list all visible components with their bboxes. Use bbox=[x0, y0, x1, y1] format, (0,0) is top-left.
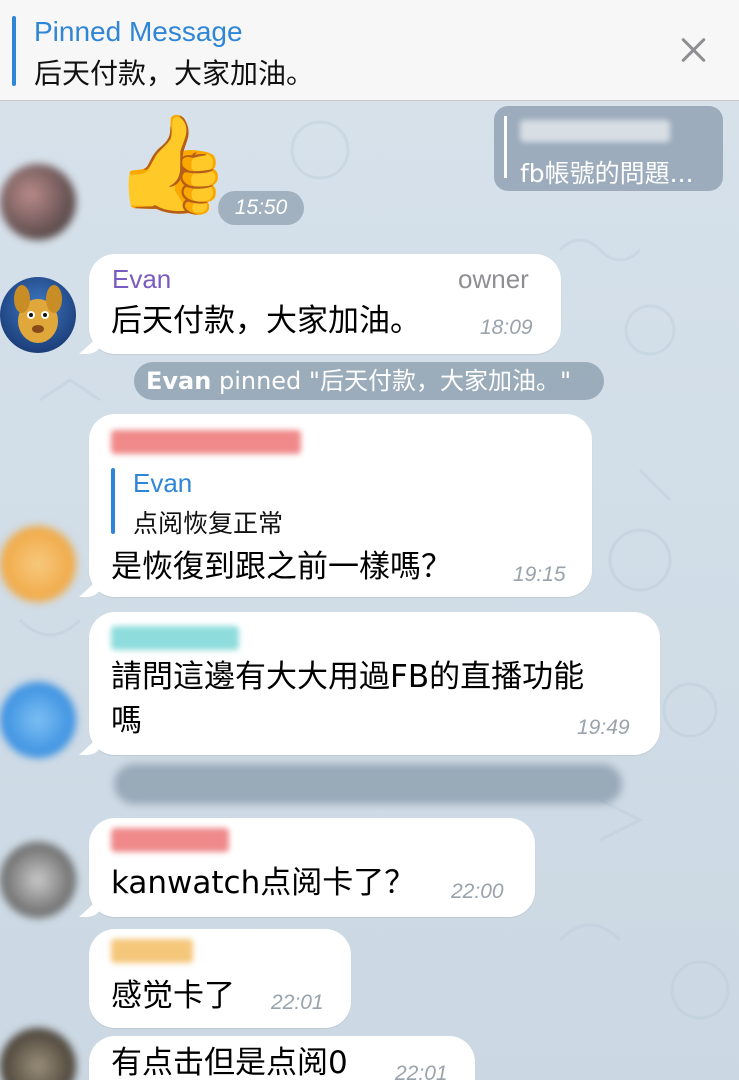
service-actor: Evan bbox=[146, 367, 212, 395]
message-text-line1: 請問這邊有大大用過FB的直播功能 bbox=[111, 659, 585, 695]
service-message-blurred bbox=[114, 764, 622, 804]
sender-role: owner bbox=[458, 264, 529, 294]
message-time: 22:01 bbox=[395, 1062, 448, 1080]
avatar[interactable] bbox=[0, 526, 76, 602]
message-time: 22:00 bbox=[451, 880, 504, 903]
message-time: 19:15 bbox=[513, 563, 566, 586]
close-icon[interactable] bbox=[676, 32, 712, 68]
reply-preview[interactable]: fb帳號的問題... bbox=[494, 106, 723, 191]
avatar[interactable] bbox=[0, 164, 76, 240]
avatar[interactable] bbox=[0, 682, 76, 758]
message-text: 感觉卡了 bbox=[111, 978, 235, 1014]
sender-name-blurred bbox=[111, 430, 301, 454]
avatar-evan[interactable] bbox=[0, 277, 76, 353]
message-bubble[interactable]: 有点击但是点阅0 22:01 bbox=[89, 1036, 475, 1080]
message-bubble[interactable]: kanwatch点阅卡了？ 22:00 bbox=[79, 818, 535, 917]
service-text: pinned "后天付款，大家加油。" bbox=[211, 367, 571, 395]
sender-name-blurred bbox=[111, 626, 239, 650]
quote-text[interactable]: 点阅恢复正常 bbox=[133, 504, 283, 540]
pinned-text: 后天付款，大家加油。 bbox=[34, 57, 315, 90]
message-text: kanwatch点阅卡了？ bbox=[111, 865, 416, 901]
message-bubble[interactable]: 感觉卡了 22:01 bbox=[89, 929, 351, 1028]
avatar[interactable] bbox=[0, 842, 76, 918]
service-message-pinned: Evan pinned "后天付款，大家加油。" bbox=[134, 362, 604, 400]
reply-preview-bar bbox=[504, 116, 507, 178]
message-text: 有点击但是点阅0 bbox=[111, 1045, 348, 1080]
sender-name[interactable]: Evan bbox=[112, 264, 171, 295]
message-time: 22:01 bbox=[271, 991, 324, 1014]
reply-preview-sender-blurred bbox=[520, 120, 670, 142]
quote-sender[interactable]: Evan bbox=[133, 468, 192, 499]
message-time: 15:50 bbox=[218, 191, 304, 225]
pinned-accent-bar bbox=[12, 16, 16, 86]
message-time: 18:09 bbox=[480, 316, 533, 339]
message-bubble[interactable]: Evan 点阅恢复正常 是恢復到跟之前一樣嗎？ 19:15 bbox=[79, 414, 592, 597]
sender-name-blurred bbox=[111, 828, 229, 852]
message-text: 是恢復到跟之前一樣嗎？ bbox=[111, 549, 452, 585]
dog-avatar-icon bbox=[14, 285, 62, 343]
message-bubble[interactable]: 請問這邊有大大用過FB的直播功能 嗎 19:49 bbox=[79, 612, 660, 755]
reply-preview-text: fb帳號的問題... bbox=[520, 159, 694, 188]
message-bubble-evan[interactable]: Evan owner 后天付款，大家加油。 18:09 bbox=[79, 254, 561, 354]
sender-name-blurred bbox=[111, 939, 193, 963]
message-text: 后天付款，大家加油。 bbox=[111, 303, 421, 339]
message-text-line2: 嗎 bbox=[111, 703, 142, 739]
pinned-title: Pinned Message bbox=[34, 16, 243, 47]
message-time: 19:49 bbox=[577, 716, 630, 739]
reply-quote-bar bbox=[111, 468, 115, 534]
thumbs-up-sticker[interactable]: 👍 bbox=[112, 112, 232, 216]
pinned-message-bar[interactable]: Pinned Message 后天付款，大家加油。 bbox=[0, 0, 739, 101]
